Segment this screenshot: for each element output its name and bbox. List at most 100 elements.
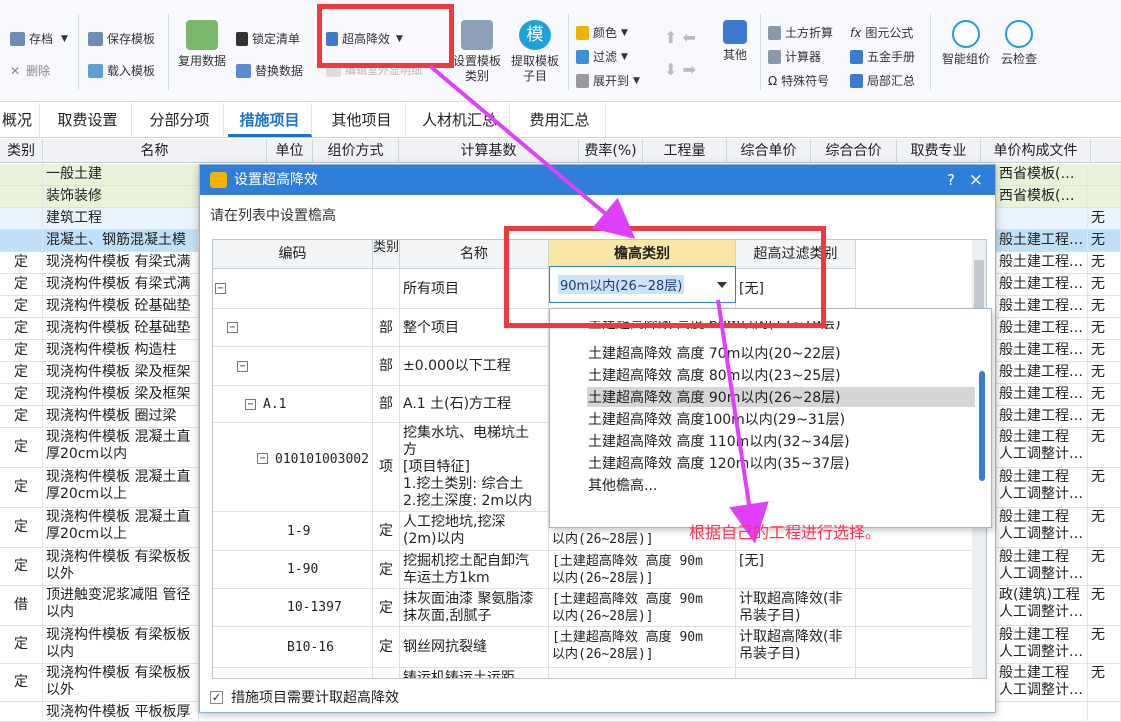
column-header[interactable]: 综合单价 (727, 139, 811, 163)
load-template-button[interactable]: 载入模板 (88, 62, 155, 79)
dropdown-option[interactable]: 土建超高降效 高度 80m以内(23~25层) (588, 365, 841, 385)
help-button[interactable]: ? (947, 165, 955, 195)
column-header[interactable]: 单价构成文件 (981, 139, 1091, 163)
special-symbol-button[interactable]: Ω 特殊符号 (768, 72, 829, 89)
copy-icon (186, 20, 218, 50)
table-cell: 部 (373, 386, 400, 422)
table-cell: 钢丝网抗裂缝 (400, 627, 549, 667)
row-code: 1-9 (287, 524, 311, 539)
table-row[interactable]: 1-90 定挖掘机挖土配自卸汽 车运土方1km [土建超高降效 高度 90m 以内(… (213, 551, 973, 589)
dropdown-option[interactable]: 其他檐高... (588, 475, 657, 495)
table-cell[interactable]: [无] (736, 551, 856, 588)
table-cell: −010101003002 (213, 423, 373, 511)
table-cell: 般土建工程… (996, 406, 1088, 427)
extract-template-button[interactable]: 模提取模板 子目 (508, 20, 562, 84)
tab-fee-settings[interactable]: 取费设置 (44, 103, 132, 137)
tree-collapse-icon[interactable]: − (245, 398, 256, 410)
column-header[interactable]: 编码 (213, 240, 373, 269)
tab-measures[interactable]: 措施项目 (228, 103, 312, 137)
table-cell[interactable]: 计取超高降效(非 吊装子目) (736, 627, 856, 667)
column-header[interactable]: 组价方式 (313, 139, 399, 163)
table-cell: 1-9 (213, 512, 373, 550)
require-super-high-checkbox[interactable]: ✓ 措施项目需要计取超高降效 (210, 687, 399, 707)
table-cell: 定 (0, 626, 43, 663)
column-header[interactable]: 取费专业 (897, 139, 981, 163)
table-cell: 顶进触变泥浆减阻 管径 以内 (43, 586, 199, 625)
table-cell: 部 (373, 347, 400, 385)
tree-collapse-icon[interactable]: − (215, 283, 226, 294)
tab-overview[interactable]: 概况 (0, 103, 40, 137)
column-header[interactable]: 单位 (267, 139, 313, 163)
element-formula-button[interactable]: fx 图元公式 (850, 24, 913, 41)
lock-list-button[interactable]: 锁定清单 (236, 30, 300, 47)
arrow-down-icon[interactable]: ⬇ ➡ (664, 60, 696, 79)
table-cell: 建筑工程 (43, 208, 199, 229)
tree-collapse-icon[interactable]: − (257, 453, 268, 464)
table-cell: 定 (0, 362, 43, 383)
delete-button[interactable]: ✕ 删除 (10, 62, 50, 79)
tab-other-items[interactable]: 其他项目 (318, 103, 406, 137)
hardware-manual-button[interactable]: 五金手册 (850, 48, 915, 65)
table-cell: 定 (0, 296, 43, 317)
tab-labor-material[interactable]: 人材机汇总 (410, 103, 510, 137)
list-scrollbar[interactable] (979, 371, 985, 481)
column-header[interactable]: 类别 (0, 139, 43, 163)
table-cell[interactable]: 计取超高降效(非 吊装子目) (736, 589, 856, 626)
calculator-button[interactable]: 计算器 (768, 48, 821, 65)
table-cell (1088, 186, 1121, 207)
replace-data-button[interactable]: 替换数据 (236, 62, 303, 79)
table-cell: 现浇构件模板 有梁式满 (43, 252, 199, 273)
filter-button[interactable]: 过滤 ▼ (576, 48, 628, 65)
copy-data-button[interactable]: 复用数据 (176, 20, 228, 69)
tree-collapse-icon[interactable]: − (237, 360, 248, 372)
table-cell: 政(建筑)工程 人工调整计… (996, 586, 1088, 625)
table-cell[interactable]: [土建超高降效 高度 90m 以内(26~28层)] (549, 551, 736, 588)
local-summary-button[interactable]: 局部汇总 (850, 72, 915, 89)
save-template-button[interactable]: 保存模板 (88, 30, 155, 47)
dropdown-option[interactable]: 土建超高降效 高度 90m以内(26~28层) (587, 387, 975, 407)
dropdown-option[interactable]: 土建超高降效 高度 110m以内(32~34层) (588, 431, 850, 451)
column-header[interactable]: 工程量 (643, 139, 727, 163)
table-cell[interactable] (736, 668, 856, 678)
color-button[interactable]: 颜色 ▼ (576, 24, 628, 41)
checkbox-mark[interactable]: ✓ (210, 690, 223, 704)
column-header[interactable]: 类别 (373, 240, 400, 269)
table-cell: 10-1397 (213, 589, 373, 626)
template-circle-icon: 模 (519, 20, 551, 50)
table-cell: ±0.000以下工程 (400, 347, 549, 385)
dropdown-option[interactable]: 土建超高降效 高度100m以内(29~31层) (588, 409, 845, 429)
table-cell[interactable] (549, 668, 736, 678)
other-button[interactable]: 其他 (716, 20, 754, 63)
cloud-check-button[interactable]: 云检查 (996, 20, 1042, 67)
tab-sections[interactable]: 分部分项 (136, 103, 224, 137)
column-header[interactable]: 费率(%) (579, 139, 643, 163)
tree-collapse-icon[interactable]: − (227, 322, 238, 333)
table-row[interactable]: 铸运机铸运土运距 (213, 668, 973, 678)
table-cell: 定 (0, 548, 43, 585)
set-template-category-button[interactable]: 设置模板 类别 (450, 20, 504, 84)
scrollbar-thumb[interactable] (974, 260, 984, 310)
table-row[interactable]: B10-16 定钢丝网抗裂缝 [土建超高降效 高度 90m 以内(26~28层)] 计… (213, 627, 973, 668)
table-cell: 现浇构件模板 混凝土直 厚20cm以上 (43, 468, 199, 507)
column-header[interactable]: 计算基数 (399, 139, 579, 163)
smart-price-button[interactable]: 智能组价 (938, 20, 994, 67)
expand-to-button[interactable]: 展开到 ▼ (576, 72, 640, 89)
dialog-title-bar: 设置超高降效 ? × (200, 165, 995, 195)
arrow-up-icon[interactable]: ⬆ ⬅ (664, 28, 696, 47)
earthwork-conversion-button[interactable]: 土方折算 (768, 24, 833, 41)
table-cell[interactable]: [土建超高降效 高度 90m 以内(26~28层)] (549, 589, 736, 626)
table-cell: 现浇构件模板 混凝土直 厚20cm以上 (43, 508, 199, 547)
close-button[interactable]: × (969, 165, 983, 195)
table-cell[interactable]: [土建超高降效 高度 90m 以内(26~28层)] (549, 627, 736, 667)
column-header[interactable]: 名称 (43, 139, 267, 163)
dropdown-option[interactable]: 土建超高降效 高度 120m以内(35~37层) (588, 453, 850, 473)
divider (78, 14, 79, 90)
table-cell: 现浇构件模板 有梁板板 以外 (43, 548, 199, 585)
table-row[interactable]: 10-1397 定抹灰面油漆 聚氨脂漆 抹灰面,刮腻子 [土建超高降效 高度 90m… (213, 589, 973, 627)
tab-cost-summary[interactable]: 费用汇总 (514, 103, 606, 137)
table-cell: 现浇构件模板 圈过梁 (43, 406, 199, 427)
column-header[interactable]: 综合合价 (811, 139, 897, 163)
dropdown-option[interactable]: 土建超高降效 高度 70m以内(20~22层) (588, 343, 841, 363)
save-button[interactable]: 存档 ▼ (10, 30, 68, 47)
table-cell: 般土建工程 人工调整计… (996, 664, 1088, 701)
